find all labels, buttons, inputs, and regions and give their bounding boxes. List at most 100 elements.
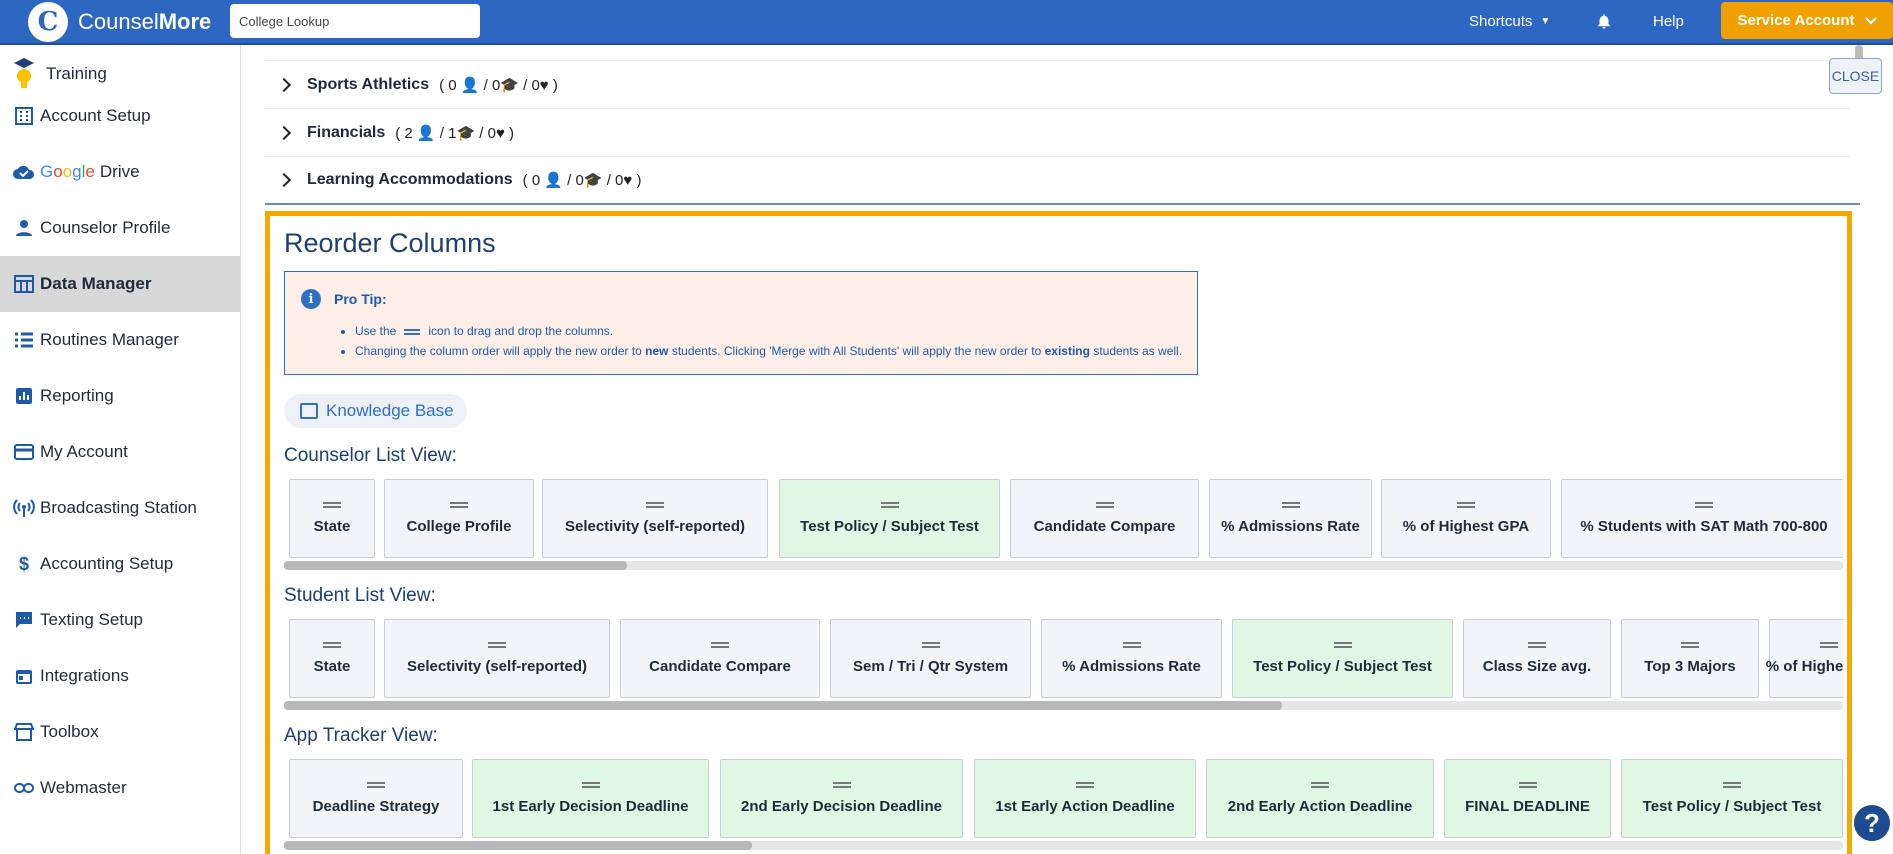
drag-handle-icon[interactable] (880, 502, 899, 508)
sidebar-item-reporting[interactable]: Reporting (0, 368, 240, 424)
sidebar-item-broadcasting-station[interactable]: Broadcasting Station (0, 480, 240, 536)
shortcuts-menu[interactable]: Shortcuts ▼ (1469, 0, 1550, 42)
column-card[interactable]: 2nd Early Action Deadline (1206, 759, 1434, 838)
bell-icon[interactable] (1595, 0, 1613, 42)
scrollbar-thumb[interactable] (284, 701, 1282, 710)
column-card[interactable]: Test Policy / Subject Test (1621, 759, 1843, 838)
drag-handle-icon[interactable] (323, 502, 341, 508)
column-card[interactable]: 1st Early Decision Deadline (472, 759, 709, 838)
column-card[interactable]: % Admissions Rate (1041, 619, 1222, 698)
app-tracker-scrollbar[interactable] (284, 841, 1843, 850)
column-card[interactable]: % Admissions Rate (1209, 479, 1372, 558)
sidebar-item-integrations[interactable]: Integrations (0, 648, 240, 704)
close-button[interactable]: CLOSE (1829, 58, 1882, 94)
panel-title: Reorder Columns (284, 228, 496, 258)
drag-handle-icon[interactable] (323, 642, 341, 648)
knowledge-base-button[interactable]: Knowledge Base (284, 394, 467, 428)
column-card[interactable]: Deadline Strategy (289, 759, 463, 838)
column-card[interactable]: Candidate Compare (620, 619, 820, 698)
accordion-title: Learning Accommodations (307, 171, 513, 188)
sidebar-item-label: Reporting (40, 386, 114, 405)
drag-handle-icon[interactable] (1333, 642, 1352, 648)
drag-handle-icon[interactable] (1820, 642, 1838, 648)
drag-handle-icon[interactable] (1723, 782, 1741, 788)
column-card[interactable]: % Students with SAT Math 700-800 (1561, 479, 1843, 558)
column-card-label: State (313, 658, 351, 675)
column-card[interactable]: 2nd Early Decision Deadline (720, 759, 963, 838)
drag-handle-icon[interactable] (1457, 502, 1475, 508)
sidebar-item-label: Broadcasting Station (40, 498, 197, 517)
drag-handle-icon[interactable] (581, 782, 600, 788)
help-question-icon[interactable]: ? (1852, 803, 1892, 843)
column-card[interactable]: % of Highest GPA (1766, 619, 1843, 698)
sidebar-item-training[interactable]: Training (0, 45, 240, 88)
column-card[interactable]: Sem / Tri / Qtr System (830, 619, 1031, 698)
drag-handle-icon[interactable] (1076, 782, 1094, 788)
logo[interactable]: C CounselMore (28, 0, 211, 43)
sidebar-item-routines-manager[interactable]: Routines Manager (0, 312, 240, 368)
drag-handle-icon[interactable] (1311, 782, 1329, 788)
sidebar-item-toolbox[interactable]: Toolbox (0, 704, 240, 760)
knowledge-base-label: Knowledge Base (326, 401, 454, 420)
drag-handle-icon[interactable] (450, 502, 468, 508)
column-card[interactable]: Test Policy / Subject Test (779, 479, 1000, 558)
sidebar-item-label: Training (46, 63, 107, 83)
drag-handle-icon[interactable] (832, 782, 851, 788)
service-account-button[interactable]: Service Account (1721, 2, 1893, 39)
column-card[interactable]: College Profile (384, 479, 534, 558)
drag-handle-icon[interactable] (1695, 502, 1713, 508)
sidebar-item-texting-setup[interactable]: Texting Setup (0, 592, 240, 648)
drag-handle-icon[interactable] (488, 642, 506, 648)
chevron-down-icon: ▼ (1540, 15, 1551, 27)
column-card[interactable]: % of Highest GPA (1381, 479, 1551, 558)
drag-handle-icon[interactable] (1122, 642, 1141, 648)
drag-handle-icon[interactable] (1095, 502, 1114, 508)
column-card[interactable]: Candidate Compare (1010, 479, 1199, 558)
drag-handle-icon[interactable] (646, 502, 664, 508)
logo-mark-icon: C (28, 1, 68, 42)
column-card[interactable]: State (289, 619, 375, 698)
accordion-counts: ( 0 👤 / 0🎓 / 0♥ ) (522, 172, 642, 189)
accordion-financials[interactable]: Financials ( 2 👤 / 1🎓 / 0♥ ) (265, 109, 1850, 157)
drag-handle-icon[interactable] (1518, 782, 1537, 788)
scrollbar-thumb[interactable] (284, 841, 752, 850)
sidebar-item-data-manager[interactable]: Data Manager (0, 256, 240, 312)
chevron-right-icon (276, 125, 292, 140)
column-card-label: Test Policy / Subject Test (1253, 658, 1432, 675)
sidebar-item-label: Accounting Setup (40, 554, 174, 573)
column-card[interactable]: Selectivity (self-reported) (542, 479, 768, 558)
column-card[interactable]: Selectivity (self-reported) (384, 619, 610, 698)
tip-text: students as well. (1089, 344, 1183, 358)
student-scrollbar[interactable] (284, 701, 1843, 710)
sidebar-item-account-setup[interactable]: Account Setup (0, 88, 240, 144)
sidebar-item-webmaster[interactable]: Webmaster (0, 760, 240, 816)
column-card[interactable]: FINAL DEADLINE (1444, 759, 1611, 838)
logo-text: CounselMore (78, 8, 212, 34)
search-input[interactable] (230, 4, 480, 38)
accordion-item-partial (265, 45, 1850, 61)
accordion-learning-accommodations[interactable]: Learning Accommodations ( 0 👤 / 0🎓 / 0♥ … (265, 157, 1860, 205)
drag-handle-icon[interactable] (711, 642, 729, 648)
sidebar-item-accounting-setup[interactable]: $ Accounting Setup (0, 536, 240, 592)
counselor-scrollbar[interactable] (284, 561, 1843, 570)
help-link[interactable]: Help (1653, 0, 1684, 42)
drag-handle-icon[interactable] (1528, 642, 1546, 648)
column-card[interactable]: 1st Early Action Deadline (974, 759, 1196, 838)
sidebar-item-label: Toolbox (40, 722, 99, 741)
accordion-sports-athletics[interactable]: Sports Athletics ( 0 👤 / 0🎓 / 0♥ ) (265, 61, 1850, 109)
drag-handle-icon[interactable] (1281, 502, 1300, 508)
sidebar-item-google-drive[interactable]: Google Drive (0, 144, 240, 200)
drag-handle-icon[interactable] (367, 782, 385, 788)
accordion-counts: ( 0 👤 / 0🎓 / 0♥ ) (439, 76, 558, 94)
column-card[interactable]: Top 3 Majors (1621, 619, 1759, 698)
google-label: Google (40, 162, 95, 181)
column-card-label: % Students with SAT Math 700-800 (1580, 518, 1828, 535)
drag-handle-icon[interactable] (1681, 642, 1699, 648)
column-card[interactable]: Test Policy / Subject Test (1232, 619, 1453, 698)
drag-handle-icon[interactable] (921, 642, 940, 648)
sidebar-item-counselor-profile[interactable]: Counselor Profile (0, 200, 240, 256)
scrollbar-thumb[interactable] (284, 561, 627, 570)
column-card[interactable]: State (289, 479, 375, 558)
sidebar-item-my-account[interactable]: My Account (0, 424, 240, 480)
column-card[interactable]: Class Size avg. (1463, 619, 1611, 698)
